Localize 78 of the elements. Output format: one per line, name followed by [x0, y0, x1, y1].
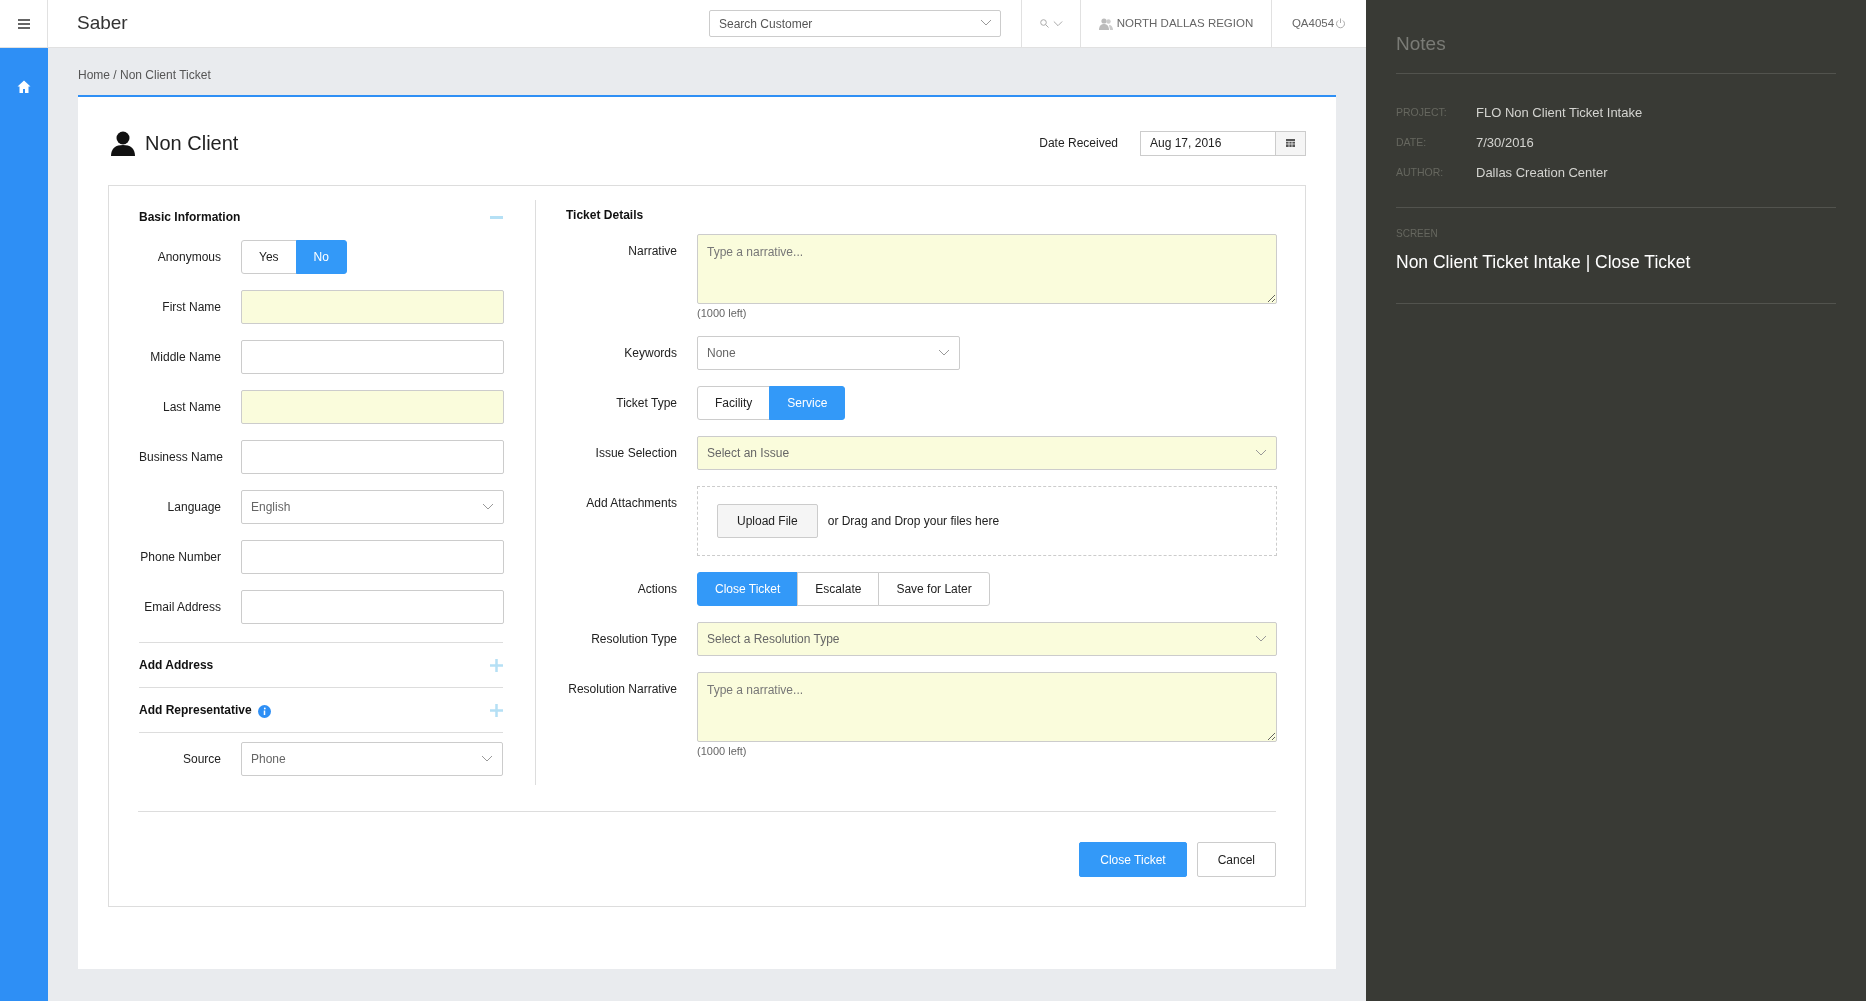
upload-button[interactable]: Upload File: [717, 503, 818, 538]
chevron-down-icon: [980, 19, 992, 27]
field-label: Business Name: [139, 449, 221, 466]
field-label: First Name: [161, 299, 221, 316]
text-area[interactable]: Type a narrative...: [697, 234, 1277, 304]
field-label: Actions: [636, 580, 677, 598]
field-label: Keywords: [623, 344, 677, 362]
text-area[interactable]: Type a narrative...: [697, 671, 1277, 742]
form-title: Non Client: [145, 131, 239, 156]
meta-value: Dallas Creation Center: [1476, 163, 1608, 182]
toggle-option[interactable]: Yes: [241, 240, 297, 274]
section-title: Ticket Details: [566, 207, 644, 224]
text-field[interactable]: [241, 290, 504, 324]
screen-name: Non Client Ticket Intake | Close Ticket: [1396, 251, 1691, 274]
field-label: Resolution Type: [590, 630, 677, 648]
dropdown[interactable]: None: [697, 335, 960, 370]
field-label: Source: [181, 750, 221, 768]
field-label: Issue Selection: [594, 444, 677, 462]
calendar-icon: [1286, 139, 1295, 147]
chevron-down-icon: [482, 503, 494, 511]
add-button[interactable]: [490, 703, 503, 717]
plus-icon: [490, 658, 503, 672]
chevron-down-icon: [1052, 19, 1063, 28]
collapse-button[interactable]: [490, 215, 503, 219]
section-title: Add Representative: [139, 702, 252, 719]
chevron-down-icon: [481, 754, 493, 763]
home-icon: [17, 80, 31, 93]
field-label: Middle Name: [149, 349, 221, 366]
menu-icon: [17, 18, 30, 29]
meta-value: FLO Non Client Ticket Intake: [1476, 103, 1643, 122]
field-label: Language: [166, 499, 221, 516]
power-button[interactable]: [1335, 18, 1347, 29]
user-id: QA4054: [1291, 15, 1335, 31]
text-field[interactable]: [241, 440, 504, 474]
toggle-option[interactable]: Save for Later: [878, 571, 990, 606]
breadcrumb: Home / Non Client Ticket: [78, 67, 211, 82]
field-label: Resolution Narrative: [567, 680, 677, 698]
home-button[interactable]: [17, 80, 31, 93]
search-field[interactable]: Search Customer: [709, 10, 1001, 37]
field-label: Email Address: [143, 599, 221, 616]
region-label: NORTH DALLAS REGION: [1116, 15, 1254, 31]
dropdown[interactable]: English: [241, 490, 504, 524]
field-label: Anonymous: [156, 249, 221, 266]
field-label: Last Name: [161, 399, 221, 416]
section-title: Basic Information: [139, 209, 241, 226]
users-icon: [1098, 17, 1113, 30]
person-icon: [110, 130, 136, 156]
chevron-down-icon: [1255, 448, 1267, 457]
field-label: Ticket Type: [615, 394, 677, 412]
calendar-button[interactable]: [1276, 130, 1306, 156]
brand-name: Saber: [77, 11, 128, 36]
field-label: Add Attachments: [585, 494, 677, 512]
meta-value: 7/30/2016: [1476, 133, 1534, 152]
chevron-down-icon: [938, 348, 950, 357]
drop-hint: or Drag and Drop your files here: [827, 512, 1000, 530]
power-icon: [1335, 18, 1347, 29]
field-label: Narrative: [627, 243, 677, 260]
text-field[interactable]: [241, 540, 504, 574]
notes-title: Notes: [1396, 32, 1446, 56]
character-counter: (1000 left): [697, 306, 747, 321]
text-field[interactable]: [241, 390, 504, 424]
date-label: Date Received: [1039, 135, 1118, 152]
dropdown[interactable]: Phone: [241, 741, 503, 776]
search-icon: [1039, 19, 1049, 28]
add-button[interactable]: [490, 658, 503, 672]
plus-icon: [490, 703, 503, 717]
character-counter: (1000 left): [697, 743, 747, 759]
dropdown[interactable]: Select a Resolution Type: [697, 621, 1277, 656]
toggle-option[interactable]: Escalate: [797, 571, 880, 606]
chevron-down-icon: [1255, 634, 1267, 643]
text-field[interactable]: [241, 340, 504, 374]
date-field[interactable]: Aug 17, 2016: [1140, 130, 1276, 156]
footer-button[interactable]: Cancel: [1196, 842, 1276, 877]
toggle-option[interactable]: Facility: [697, 385, 771, 420]
text-field[interactable]: [241, 590, 504, 624]
section-title: Add Address: [139, 657, 214, 674]
field-label: Phone Number: [139, 549, 221, 566]
dropdown[interactable]: Select an Issue: [697, 435, 1277, 470]
